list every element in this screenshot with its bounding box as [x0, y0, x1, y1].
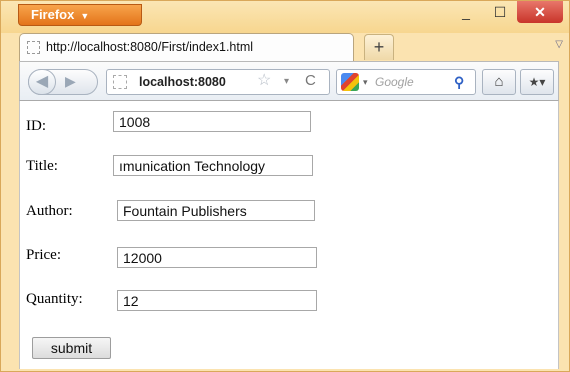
search-engine-dropdown-icon[interactable]: ▾	[363, 70, 368, 94]
google-engine-icon[interactable]	[341, 73, 359, 91]
minimize-button[interactable]: _	[449, 1, 483, 23]
id-label: ID:	[26, 118, 46, 134]
bookmarks-menu-button[interactable]: ★▾	[520, 69, 554, 95]
back-button[interactable]: ◀	[28, 69, 56, 95]
firefox-menu-button[interactable]: Firefox ▼	[18, 4, 142, 26]
list-all-tabs-icon[interactable]: ▽	[555, 39, 563, 50]
tab-index1[interactable]: http://localhost:8080/First/index1.html	[19, 33, 354, 61]
search-icon[interactable]: ⚲	[454, 70, 464, 94]
home-button[interactable]: ⌂	[482, 69, 516, 95]
author-label: Author:	[26, 203, 73, 219]
tab-strip: http://localhost:8080/First/index1.html …	[19, 33, 569, 61]
quantity-label: Quantity:	[26, 291, 83, 307]
close-button[interactable]: ✕	[517, 1, 563, 23]
url-bar[interactable]: localhost:8080 ☆ ▾ C	[106, 69, 330, 95]
reload-icon[interactable]: C	[305, 69, 316, 93]
title-bar: Firefox ▼ _ ☐ ✕	[1, 1, 569, 33]
tab-title: http://localhost:8080/First/index1.html	[46, 40, 254, 54]
history-dropdown-icon[interactable]: ▾	[284, 70, 289, 94]
back-forward-group: ◀ ▶	[28, 69, 98, 95]
id-field[interactable]	[113, 111, 311, 132]
window-controls: _ ☐ ✕	[449, 1, 563, 23]
author-field[interactable]	[117, 200, 315, 221]
forward-button[interactable]: ▶	[65, 73, 76, 90]
page-icon	[27, 41, 40, 54]
bookmark-star-icon[interactable]: ☆	[257, 69, 271, 93]
quantity-field[interactable]	[117, 290, 317, 311]
submit-button[interactable]: submit	[32, 337, 111, 359]
chevron-down-icon: ▼	[80, 11, 90, 21]
maximize-button[interactable]: ☐	[483, 1, 517, 23]
title-field[interactable]	[113, 155, 313, 176]
browser-window: Firefox ▼ _ ☐ ✕ http://localhost:8080/Fir…	[0, 0, 570, 372]
new-tab-button[interactable]: +	[364, 34, 394, 60]
firefox-menu-label: Firefox	[31, 7, 75, 22]
price-label: Price:	[26, 247, 61, 263]
title-label: Title:	[26, 158, 58, 174]
price-field[interactable]	[117, 247, 317, 268]
search-bar[interactable]: ▾ Google ⚲	[336, 69, 476, 95]
site-identity-icon[interactable]	[113, 75, 127, 89]
url-text: localhost:8080	[139, 75, 226, 89]
navigation-toolbar: ◀ ▶ localhost:8080 ☆ ▾ C ▾ Google ⚲ ⌂ ★▾	[19, 61, 559, 101]
page-content: ID: Title: Author: Price: Quantity: subm…	[19, 101, 559, 369]
search-placeholder: Google	[375, 75, 414, 89]
